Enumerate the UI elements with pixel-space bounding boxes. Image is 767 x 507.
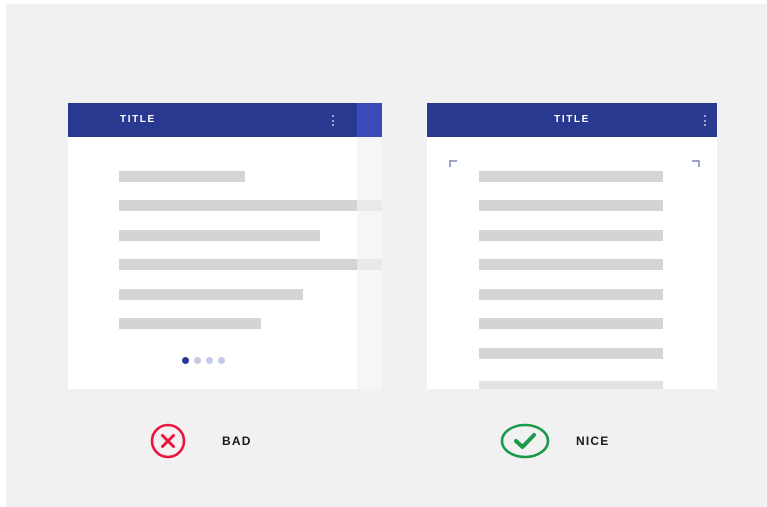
more-vert-icon[interactable] <box>332 115 334 126</box>
page-indicator[interactable] <box>182 357 230 365</box>
next-page-peek-appbar <box>357 103 382 137</box>
content-line-cut-off <box>479 381 663 389</box>
content-line <box>479 200 663 211</box>
nice-example-card: TITLE <box>427 103 717 389</box>
page-dot[interactable] <box>206 357 213 364</box>
page-dot[interactable] <box>218 357 225 364</box>
content-line <box>119 200 359 211</box>
content-line <box>479 318 663 329</box>
bad-label: BAD <box>222 434 252 448</box>
check-circle-icon <box>500 423 550 459</box>
scroll-corner-marker-icon <box>692 160 700 167</box>
content-line <box>119 171 245 182</box>
app-bar-title: TITLE <box>554 114 590 125</box>
page-dot[interactable] <box>194 357 201 364</box>
content-line <box>119 259 359 270</box>
content-line <box>479 171 663 182</box>
app-bar: TITLE <box>68 103 382 137</box>
cross-circle-icon <box>150 423 186 459</box>
app-bar-title: TITLE <box>120 114 156 125</box>
more-vert-icon[interactable] <box>704 115 706 126</box>
bad-example-card: TITLE <box>68 103 382 389</box>
content-line <box>479 289 663 300</box>
content-line <box>119 289 303 300</box>
content-line <box>479 230 663 241</box>
scroll-corner-marker-icon <box>449 160 457 167</box>
content-line <box>479 348 663 359</box>
app-bar: TITLE <box>427 103 717 137</box>
content-line <box>119 318 261 329</box>
content-line <box>479 259 663 270</box>
content-line <box>119 230 320 241</box>
peek-content-line <box>357 259 382 270</box>
nice-label: NICE <box>576 434 610 448</box>
peek-content-line <box>357 200 382 211</box>
page-dot-active[interactable] <box>182 357 189 364</box>
